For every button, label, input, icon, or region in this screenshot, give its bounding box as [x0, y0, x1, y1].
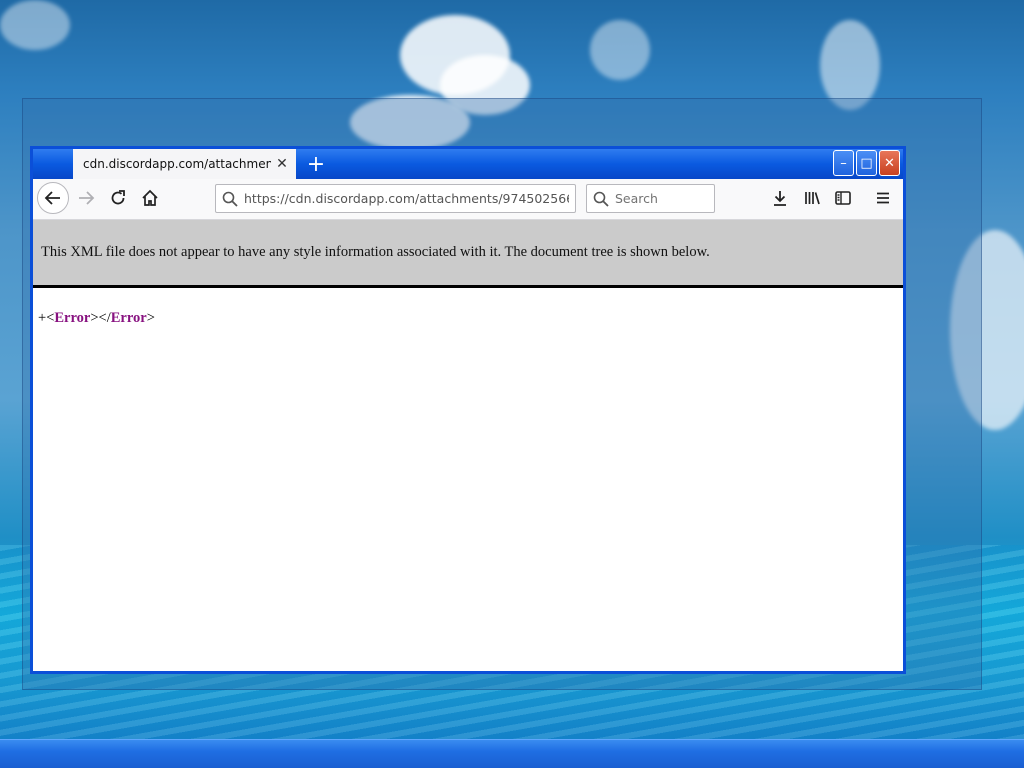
search-placeholder: Search: [615, 191, 658, 206]
close-tag-lt: </: [98, 310, 111, 326]
close-window-button[interactable]: ✕: [879, 150, 900, 176]
home-button[interactable]: [135, 183, 165, 213]
address-bar[interactable]: https://cdn.discordapp.com/attachments/9…: [215, 184, 576, 213]
forward-arrow-icon: [79, 191, 95, 205]
tab-active[interactable]: cdn.discordapp.com/attachments/9745 ✕: [73, 149, 296, 179]
download-icon: [774, 191, 786, 206]
open-tag-gt: >: [90, 310, 99, 326]
menu-button[interactable]: [868, 183, 898, 213]
browser-window: cdn.discordapp.com/attachments/9745 ✕ + …: [30, 146, 906, 674]
new-tab-button[interactable]: +: [303, 151, 329, 177]
url-text: https://cdn.discordapp.com/attachments/9…: [244, 191, 569, 206]
close-icon: ✕: [884, 155, 895, 171]
title-bar: cdn.discordapp.com/attachments/9745 ✕ + …: [33, 149, 903, 179]
navigation-toolbar: https://cdn.discordapp.com/attachments/9…: [33, 179, 903, 220]
maximize-icon: □: [860, 155, 873, 171]
back-arrow-icon: [44, 191, 60, 205]
close-tag-name: Error: [110, 310, 147, 326]
minimize-button[interactable]: –: [833, 150, 854, 176]
xml-style-notice: This XML file does not appear to have an…: [33, 220, 903, 288]
sidebar-button[interactable]: [828, 183, 858, 213]
tree-expander[interactable]: +: [38, 310, 46, 326]
maximize-button[interactable]: □: [856, 150, 877, 176]
home-icon: [142, 189, 158, 206]
library-icon: [805, 192, 820, 205]
search-icon: [593, 191, 609, 207]
minimize-icon: –: [840, 155, 847, 171]
plus-icon: +: [306, 151, 326, 177]
page-content: This XML file does not appear to have an…: [33, 220, 903, 671]
search-icon: [222, 191, 238, 207]
xml-document-tree: +<Error></Error>: [38, 310, 155, 327]
tab-close-icon[interactable]: ✕: [273, 155, 291, 173]
library-button[interactable]: [797, 183, 827, 213]
close-tag-gt: >: [146, 310, 155, 326]
tab-title: cdn.discordapp.com/attachments/9745: [83, 157, 271, 171]
back-button[interactable]: [37, 182, 69, 214]
reload-button[interactable]: [103, 183, 133, 213]
reload-icon: [111, 190, 125, 205]
open-tag-name: Error: [54, 310, 91, 326]
downloads-button[interactable]: [765, 183, 795, 213]
search-bar[interactable]: Search: [586, 184, 715, 213]
xml-notice-text: This XML file does not appear to have an…: [41, 244, 710, 260]
hamburger-menu-icon: [877, 192, 889, 204]
taskbar: [0, 739, 1024, 768]
sidebar-icon: [835, 191, 851, 205]
forward-button[interactable]: [71, 183, 101, 213]
